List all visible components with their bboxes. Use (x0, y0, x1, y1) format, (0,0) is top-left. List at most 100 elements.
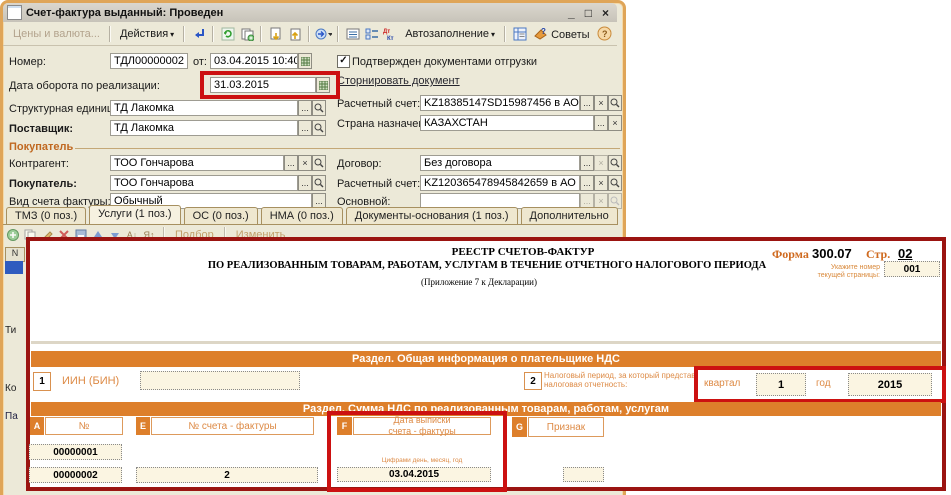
clear-button[interactable]: × (298, 155, 312, 171)
close-button[interactable]: × (602, 6, 609, 20)
window-icon (7, 5, 22, 20)
magnifier-icon (314, 103, 324, 113)
page-number-input[interactable]: 001 (884, 261, 940, 277)
tab-basis-documents[interactable]: Документы-основания (1 поз.) (346, 207, 518, 225)
tab-additional[interactable]: Дополнительно (521, 207, 618, 225)
field-number-box: 2 (524, 372, 542, 390)
prices-currency-button[interactable]: Цены и валюта... (8, 25, 105, 43)
form-label: Форма (772, 247, 809, 262)
window-title: Счет-фактура выданный: Проведен (26, 7, 223, 19)
ellipsis-button[interactable]: ... (580, 155, 594, 171)
magnifier-button[interactable] (312, 120, 326, 136)
supplier-label: Поставщик: (9, 123, 73, 135)
actions-menu-button[interactable]: Действия▾ (115, 25, 179, 43)
minimize-button[interactable]: _ (568, 6, 575, 20)
iin-label: ИИН (БИН) (62, 375, 119, 387)
tab-services[interactable]: Услуги (1 поз.) (89, 205, 180, 225)
ellipsis-button[interactable]: ... (298, 175, 312, 191)
account1-label: Расчетный счет: (337, 98, 420, 110)
clear-button-disabled: × (594, 155, 608, 171)
structure-list-icon[interactable] (344, 25, 361, 42)
screenshot-root: Счет-фактура выданный: Проведен _ □ × Це… (0, 0, 951, 495)
refresh-icon[interactable] (219, 25, 236, 42)
unit-input[interactable]: ТД Лакомка (110, 100, 298, 116)
copy-document-icon[interactable] (238, 25, 255, 42)
clear-button[interactable]: × (594, 175, 608, 191)
quarter-input[interactable]: 1 (756, 373, 806, 396)
form-number: 300.07 (812, 246, 852, 261)
tab-tmz[interactable]: ТМЗ (0 поз.) (6, 207, 86, 225)
goto-icon[interactable] (315, 25, 332, 42)
year-input[interactable]: 2015 (848, 373, 932, 396)
reverse-document-link[interactable]: Сторнировать документ (337, 75, 460, 87)
maximize-button[interactable]: □ (585, 6, 592, 20)
help-icon[interactable]: ? (596, 25, 613, 42)
report-title-line3: (Приложение 7 к Декларации) (421, 277, 537, 287)
date-input[interactable]: 03.04.2015 10:40:34 (210, 53, 298, 69)
field-number-box: 1 (33, 372, 51, 391)
page-hint-line1: Укажите номер (762, 264, 880, 272)
ellipsis-button[interactable]: ... (298, 120, 312, 136)
turnover-date-highlight (200, 71, 340, 99)
based-on-in-icon[interactable] (267, 25, 284, 42)
clear-button[interactable]: × (608, 115, 622, 131)
contractor-input[interactable]: ТОО Гончарова (110, 155, 284, 171)
ellipsis-button[interactable]: ... (284, 155, 298, 171)
account2-input[interactable]: KZ120365478945842659 в АО "АТФБ (420, 175, 580, 191)
clear-button[interactable]: × (594, 95, 608, 111)
number-input[interactable]: ТДЛ00000002 (110, 53, 188, 69)
dt-kt-postings-icon[interactable]: ДтКт (382, 25, 399, 42)
date-label: от: (193, 56, 207, 68)
chevron-down-icon: ▾ (170, 30, 174, 39)
contractor-label: Контрагент: (9, 158, 69, 170)
magnifier-button[interactable] (312, 155, 326, 171)
row2-flag-cell[interactable] (563, 467, 604, 482)
magnifier-button[interactable] (312, 100, 326, 116)
buyer-input[interactable]: ТОО Гончарова (110, 175, 298, 191)
magnifier-icon (314, 178, 324, 188)
account1-input[interactable]: KZ18385147SD15987456 в АО "Бан (420, 95, 580, 111)
post-document-icon[interactable] (190, 25, 207, 42)
row1-num-cell[interactable]: 00000001 (29, 444, 122, 460)
page-label: Стр. (866, 247, 890, 262)
iin-input[interactable] (140, 371, 300, 390)
calendar-icon (301, 57, 310, 66)
ellipsis-button[interactable]: ... (594, 115, 608, 131)
magnifier-button[interactable] (608, 95, 622, 111)
supplier-input[interactable]: ТД Лакомка (110, 120, 298, 136)
window-titlebar[interactable]: Счет-фактура выданный: Проведен _ □ × (3, 3, 617, 22)
date-format-hint: Цифрами день, месяц, год (353, 457, 491, 464)
magnifier-button[interactable] (608, 175, 622, 191)
tab-nma[interactable]: НМА (0 поз.) (261, 207, 343, 225)
confirmed-checkbox[interactable]: ✓ (337, 55, 350, 68)
based-on-out-icon[interactable] (286, 25, 303, 42)
magnifier-button[interactable] (312, 175, 326, 191)
check-list-icon[interactable] (363, 25, 380, 42)
tab-os[interactable]: ОС (0 поз.) (184, 207, 258, 225)
turnover-date-label: Дата оборота по реализации: (9, 80, 160, 92)
tab-bar: ТМЗ (0 поз.) Услуги (1 поз.) ОС (0 поз.)… (6, 206, 621, 225)
column-header-flag: Признак (528, 417, 604, 437)
magnifier-icon (610, 158, 620, 168)
report-title-line2: ПО РЕАЛИЗОВАННЫМ ТОВАРАМ, РАБОТАМ, УСЛУГ… (208, 260, 766, 271)
row2-date-cell[interactable]: 03.04.2015 (337, 467, 491, 482)
ellipsis-button[interactable]: ... (580, 175, 594, 191)
magnifier-icon (314, 158, 324, 168)
ellipsis-button[interactable]: ... (298, 100, 312, 116)
table-column-header-fragment: N (5, 247, 25, 262)
tips-button[interactable]: ? Советы (529, 24, 595, 44)
country-input[interactable]: КАЗАХСТАН (420, 115, 594, 131)
add-row-icon[interactable] (6, 228, 20, 242)
contract-input[interactable]: Без договора (420, 155, 580, 171)
chevron-down-icon: ▾ (491, 30, 495, 39)
autofill-menu-button[interactable]: Автозаполнение▾ (400, 25, 500, 43)
label-fragment: Ко (5, 383, 16, 394)
calendar-button[interactable] (298, 53, 312, 69)
column-letter-g: G (512, 417, 527, 437)
contract-label: Договор: (337, 158, 382, 170)
magnifier-button[interactable] (608, 155, 622, 171)
ellipsis-button[interactable]: ... (580, 95, 594, 111)
row2-invoice-cell[interactable]: 2 (136, 467, 318, 483)
row2-num-cell[interactable]: 00000002 (29, 467, 122, 483)
report-table-icon[interactable] (511, 25, 528, 42)
